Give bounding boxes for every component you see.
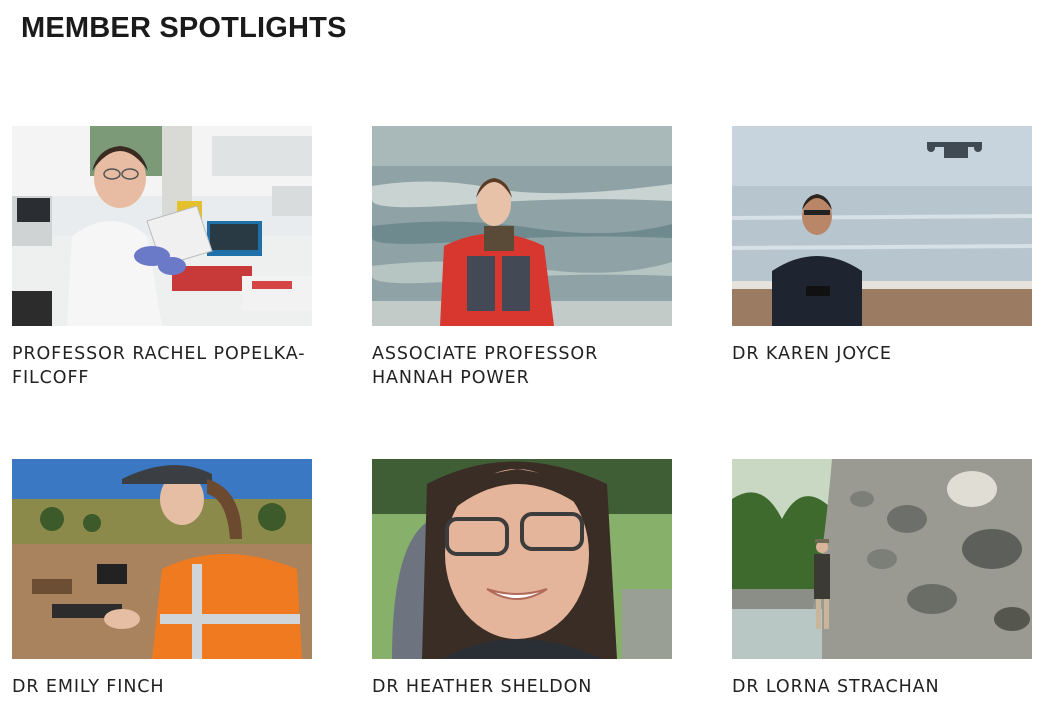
page-title: MEMBER SPOTLIGHTS: [21, 12, 347, 44]
member-grid: PROFESSOR RACHEL POPELKA-FILCOFF ASSOCIA…: [12, 126, 1032, 709]
member-card-emily-finch[interactable]: DR EMILY FINCH: [12, 459, 312, 709]
member-card-lorna-strachan[interactable]: DR LORNA STRACHAN: [732, 459, 1032, 709]
member-name[interactable]: PROFESSOR RACHEL POPELKA-FILCOFF: [12, 342, 312, 390]
member-photo[interactable]: [12, 459, 312, 659]
member-photo[interactable]: [372, 459, 672, 659]
member-photo[interactable]: [372, 126, 672, 326]
member-card-heather-sheldon[interactable]: DR HEATHER SHELDON: [372, 459, 672, 709]
member-card-rachel-popelka-filcoff[interactable]: PROFESSOR RACHEL POPELKA-FILCOFF: [12, 126, 312, 459]
member-card-hannah-power[interactable]: ASSOCIATE PROFESSOR HANNAH POWER: [372, 126, 672, 459]
member-name[interactable]: DR HEATHER SHELDON: [372, 675, 672, 699]
member-name[interactable]: DR KAREN JOYCE: [732, 342, 1032, 366]
member-name[interactable]: DR EMILY FINCH: [12, 675, 312, 699]
member-photo[interactable]: [12, 126, 312, 326]
member-name[interactable]: ASSOCIATE PROFESSOR HANNAH POWER: [372, 342, 672, 390]
member-photo[interactable]: [732, 459, 1032, 659]
member-name[interactable]: DR LORNA STRACHAN: [732, 675, 1032, 699]
member-photo[interactable]: [732, 126, 1032, 326]
member-card-karen-joyce[interactable]: DR KAREN JOYCE: [732, 126, 1032, 459]
